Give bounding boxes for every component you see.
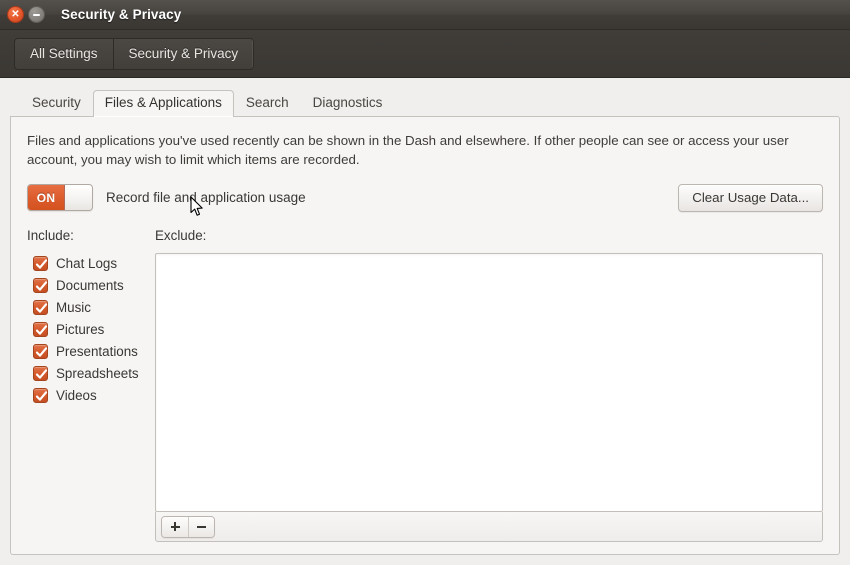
tab-files-applications[interactable]: Files & Applications — [92, 90, 234, 117]
include-item-label: Presentations — [56, 344, 138, 360]
include-item-label: Chat Logs — [56, 256, 118, 272]
include-item-videos[interactable]: Videos — [27, 385, 155, 407]
include-item-label: Pictures — [56, 322, 105, 338]
checkbox-checked-icon — [33, 322, 48, 338]
close-icon[interactable]: ✕ — [7, 6, 24, 23]
include-item-pictures[interactable]: Pictures — [27, 319, 155, 341]
remove-exclude-button[interactable] — [188, 516, 214, 537]
add-remove-button-group — [161, 515, 215, 538]
clear-usage-data-button[interactable]: Clear Usage Data... — [678, 183, 823, 212]
toggle-state-label: ON — [28, 185, 64, 211]
tab-security[interactable]: Security — [20, 90, 93, 116]
checkbox-checked-icon — [33, 344, 48, 360]
include-item-label: Videos — [56, 388, 97, 404]
include-item-label: Spreadsheets — [56, 366, 139, 382]
checkbox-checked-icon — [33, 278, 48, 294]
include-item-label: Music — [56, 300, 91, 316]
tab-diagnostics[interactable]: Diagnostics — [301, 90, 395, 116]
include-exclude-columns: Include: Chat Logs Documents Music Pictu… — [27, 228, 823, 542]
panel-description: Files and applications you've used recen… — [27, 133, 789, 168]
include-item-label: Documents — [56, 278, 124, 294]
include-item-documents[interactable]: Documents — [27, 275, 155, 297]
tab-search[interactable]: Search — [234, 90, 301, 116]
current-panel-button[interactable]: Security & Privacy — [112, 38, 254, 69]
all-settings-button[interactable]: All Settings — [15, 38, 113, 69]
checkbox-checked-icon — [33, 256, 48, 272]
include-item-presentations[interactable]: Presentations — [27, 341, 155, 363]
include-item-chat-logs[interactable]: Chat Logs — [27, 253, 155, 275]
tab-strip: Security Files & Applications Search Dia… — [20, 90, 840, 117]
panel-toolbar: All Settings Security & Privacy — [0, 30, 850, 78]
checkbox-checked-icon — [33, 388, 48, 404]
minimize-icon[interactable] — [28, 6, 45, 23]
exclude-column: Exclude: — [155, 228, 823, 542]
record-usage-label: Record file and application usage — [106, 190, 306, 206]
content-area: Security Files & Applications Search Dia… — [0, 78, 850, 565]
nav-button-group: All Settings Security & Privacy — [14, 37, 255, 70]
record-usage-toggle[interactable]: ON — [27, 184, 93, 212]
include-item-spreadsheets[interactable]: Spreadsheets — [27, 363, 155, 385]
include-item-music[interactable]: Music — [27, 297, 155, 319]
toggle-knob — [64, 185, 92, 211]
window-title: Security & Privacy — [61, 7, 182, 22]
exclude-list-toolbar — [155, 512, 823, 542]
exclude-list[interactable] — [155, 252, 823, 512]
window-titlebar: ✕ Security & Privacy — [0, 0, 850, 30]
exclude-heading: Exclude: — [155, 227, 207, 243]
files-applications-panel: Files and applications you've used recen… — [10, 116, 840, 555]
security-privacy-window: ✕ Security & Privacy All Settings Securi… — [0, 0, 850, 565]
checkbox-checked-icon — [33, 366, 48, 382]
include-column: Include: Chat Logs Documents Music Pictu… — [27, 228, 155, 542]
add-exclude-button[interactable] — [162, 516, 188, 537]
record-usage-row: ON Record file and application usage Cle… — [27, 183, 823, 212]
include-heading: Include: — [27, 227, 74, 243]
checkbox-checked-icon — [33, 300, 48, 316]
